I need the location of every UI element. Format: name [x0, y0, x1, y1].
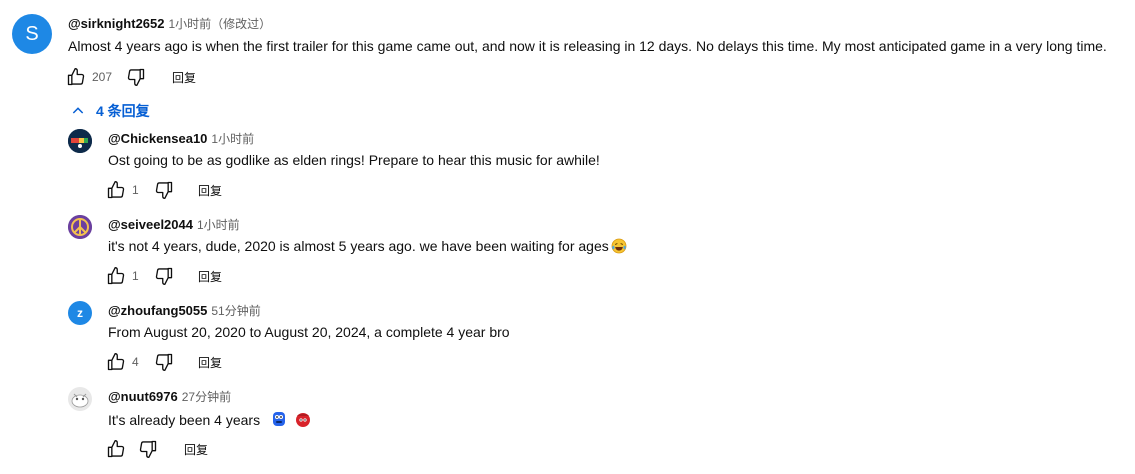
reply-body: it's not 4 years, dude, 2020 is almost 5…	[108, 238, 627, 254]
reply-author[interactable]: @Chickensea10	[108, 131, 207, 146]
comment-text: Almost 4 years ago is when the first tra…	[68, 38, 1107, 54]
avatar[interactable]	[68, 387, 92, 411]
like-count: 1	[132, 183, 139, 197]
dislike-button[interactable]	[136, 437, 160, 461]
dislike-button[interactable]	[124, 65, 148, 89]
dislike-button[interactable]	[152, 350, 176, 374]
reply-actions: 1 回复	[104, 178, 222, 202]
avatar-letter: S	[25, 22, 39, 45]
reply-button[interactable]: 回复	[172, 69, 196, 86]
replies-toggle[interactable]: 4 条回复	[70, 101, 150, 121]
reply-header: @seiveel2044 1小时前	[108, 216, 240, 233]
avatar[interactable]: z	[68, 301, 92, 325]
dislike-button[interactable]	[152, 264, 176, 288]
reply-author[interactable]: @seiveel2044	[108, 217, 193, 232]
like-button[interactable]	[64, 65, 88, 89]
reply-text: From August 20, 2020 to August 20, 2024,…	[108, 324, 510, 340]
reply-actions: 回复	[104, 437, 208, 461]
replies-toggle-label: 4 条回复	[96, 103, 150, 119]
like-button[interactable]	[104, 437, 128, 461]
avatar[interactable]	[68, 215, 92, 239]
like-count: 1	[132, 269, 139, 283]
comment-author[interactable]: @sirknight2652	[68, 16, 165, 31]
reply-header: @nuut6976 27分钟前	[108, 388, 231, 405]
laughing-tears-emoji	[611, 238, 627, 254]
thumbs-down-icon	[139, 440, 157, 458]
reply-actions: 4 回复	[104, 350, 222, 374]
thumbs-up-icon	[107, 353, 125, 371]
thumbs-down-icon	[127, 68, 145, 87]
comment-time[interactable]: 1小时前（修改过）	[169, 15, 272, 32]
avatar[interactable]: S	[12, 14, 52, 54]
blue-character-emoji	[272, 412, 285, 426]
like-button[interactable]	[104, 350, 128, 374]
like-count: 4	[132, 355, 139, 369]
reply-author[interactable]: @zhoufang5055	[108, 303, 207, 318]
reply-body: It's already been 4 years	[108, 410, 312, 428]
reply-button[interactable]: 回复	[198, 268, 222, 285]
thumbs-up-icon	[67, 68, 85, 86]
avatar-image	[68, 129, 92, 153]
reply-header: @zhoufang5055 51分钟前	[108, 302, 261, 319]
comment-actions: 207 回复	[64, 65, 196, 89]
comment-header: @sirknight2652 1小时前（修改过）	[68, 15, 271, 32]
reply-actions: 1 回复	[104, 264, 222, 288]
dislike-button[interactable]	[152, 178, 176, 202]
reply-text: It's already been 4 years	[108, 412, 261, 428]
like-count: 207	[92, 70, 113, 84]
reply-text: Ost going to be as godlike as elden ring…	[108, 152, 600, 168]
reply-author[interactable]: @nuut6976	[108, 389, 178, 404]
like-button[interactable]	[104, 178, 128, 202]
reply-time[interactable]: 1小时前	[211, 130, 254, 147]
avatar-letter: z	[77, 306, 83, 320]
reply-time[interactable]: 51分钟前	[211, 302, 260, 319]
thumbs-down-icon	[155, 181, 173, 199]
reply-button[interactable]: 回复	[184, 441, 208, 458]
reply-time[interactable]: 27分钟前	[182, 388, 231, 405]
reply-time[interactable]: 1小时前	[197, 216, 240, 233]
reply-button[interactable]: 回复	[198, 354, 222, 371]
like-button[interactable]	[104, 264, 128, 288]
reply-text: it's not 4 years, dude, 2020 is almost 5…	[108, 238, 609, 254]
thumbs-up-icon	[107, 267, 125, 285]
thumbs-down-icon	[155, 353, 173, 371]
thumbs-up-icon	[107, 181, 125, 199]
reply-header: @Chickensea10 1小时前	[108, 130, 254, 147]
avatar[interactable]	[68, 129, 92, 153]
reply-button[interactable]: 回复	[198, 182, 222, 199]
avatar-image	[68, 387, 92, 411]
chevron-up-icon	[72, 107, 84, 114]
red-character-emoji	[295, 413, 310, 427]
thumbs-up-icon	[107, 440, 125, 458]
thumbs-down-icon	[155, 267, 173, 285]
avatar-image	[68, 215, 92, 239]
